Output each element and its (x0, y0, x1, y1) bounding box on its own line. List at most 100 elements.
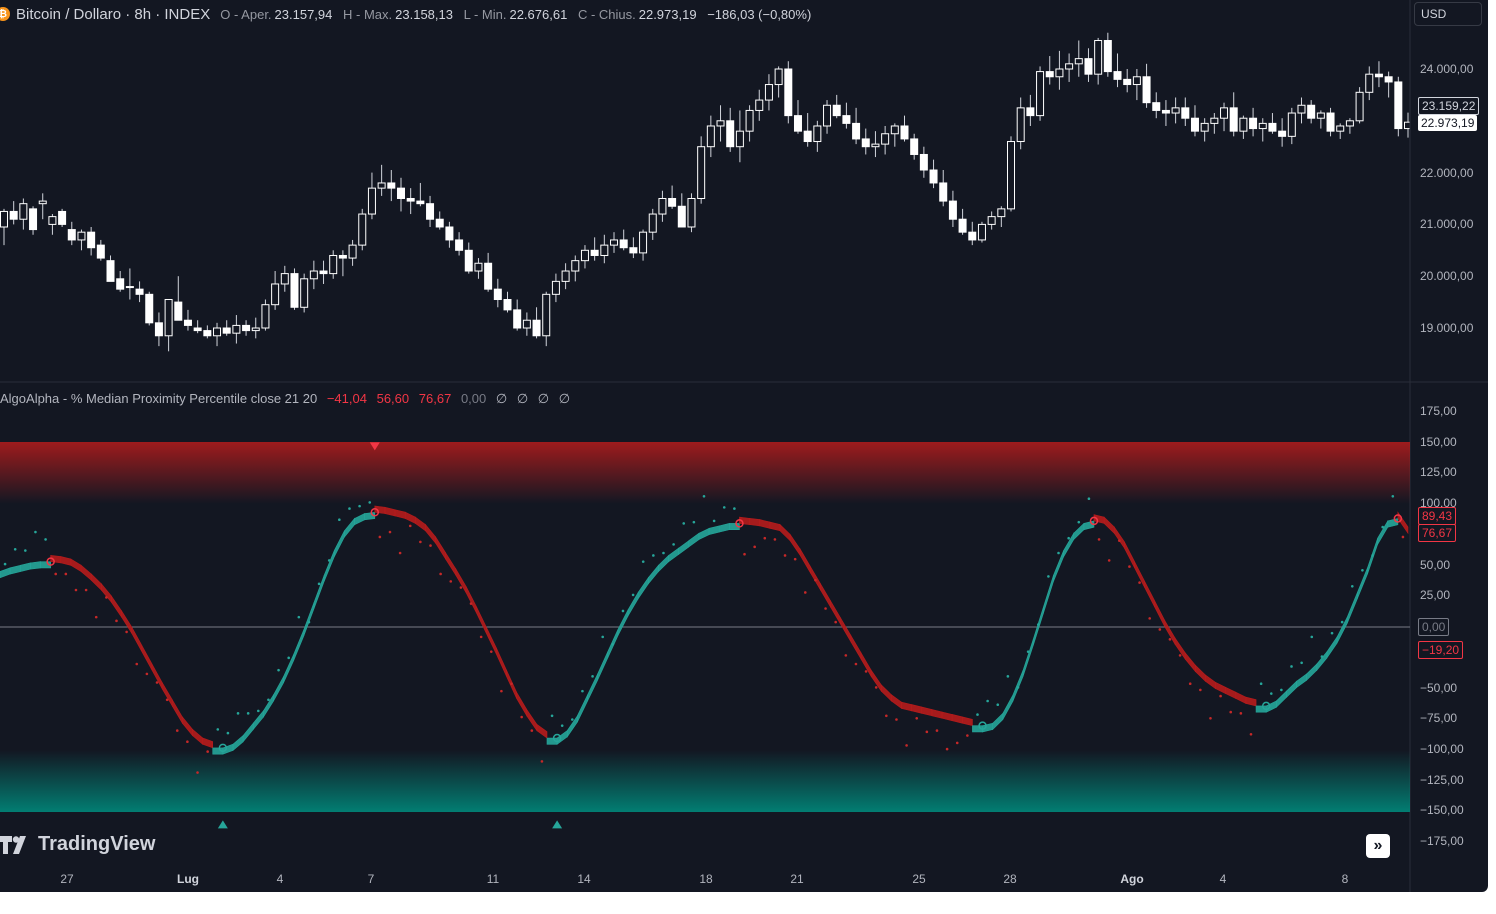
candle[interactable] (697, 136, 706, 204)
candle[interactable] (1268, 113, 1277, 134)
candle[interactable] (426, 195, 435, 227)
candle[interactable] (1084, 48, 1093, 82)
candle[interactable] (610, 232, 619, 253)
candle[interactable] (958, 208, 967, 235)
candle[interactable] (213, 322, 222, 347)
candle[interactable] (125, 268, 134, 300)
candle[interactable] (290, 268, 299, 310)
candle[interactable] (939, 170, 948, 207)
candle[interactable] (193, 320, 202, 334)
candle[interactable] (358, 208, 367, 251)
candle[interactable] (590, 237, 599, 261)
candle[interactable] (1123, 69, 1132, 93)
candle[interactable] (145, 291, 154, 326)
candle[interactable] (1404, 112, 1411, 138)
candle[interactable] (154, 312, 163, 347)
candle[interactable] (629, 237, 638, 259)
candle[interactable] (1297, 97, 1306, 124)
candle[interactable] (948, 190, 957, 227)
candle[interactable] (58, 208, 67, 227)
candle[interactable] (551, 273, 560, 303)
candle[interactable] (735, 110, 744, 163)
candle[interactable] (1045, 56, 1054, 85)
candle[interactable] (668, 185, 677, 209)
candle[interactable] (1055, 50, 1064, 90)
candle[interactable] (580, 245, 589, 269)
candle[interactable] (222, 320, 231, 336)
candle[interactable] (464, 242, 473, 274)
price-pane[interactable] (0, 0, 1410, 380)
candle[interactable] (1200, 118, 1209, 142)
candle[interactable] (1113, 53, 1122, 88)
candle[interactable] (29, 206, 38, 235)
candle[interactable] (232, 315, 241, 344)
candle[interactable] (1220, 102, 1229, 132)
candle[interactable] (513, 299, 522, 331)
candle[interactable] (861, 128, 870, 155)
candle[interactable] (484, 252, 493, 292)
candle[interactable] (1249, 107, 1258, 137)
candle[interactable] (48, 214, 57, 235)
candle[interactable] (1161, 100, 1170, 126)
candle[interactable] (445, 221, 454, 248)
candle[interactable] (1394, 76, 1403, 137)
candle[interactable] (1229, 92, 1238, 137)
candle[interactable] (639, 229, 648, 261)
indicator-name[interactable]: AlgoAlpha - % Median Proximity Percentil… (0, 391, 317, 406)
candle[interactable] (687, 193, 696, 233)
candle[interactable] (764, 74, 773, 111)
candle[interactable] (1036, 66, 1045, 121)
candle[interactable] (183, 309, 192, 331)
candle[interactable] (261, 299, 270, 331)
candle[interactable] (435, 211, 444, 230)
candle[interactable] (532, 307, 541, 339)
candle[interactable] (106, 255, 115, 282)
candle[interactable] (503, 291, 512, 313)
candle[interactable] (1190, 105, 1199, 137)
candle[interactable] (842, 102, 851, 129)
candle[interactable] (648, 208, 657, 240)
candle[interactable] (813, 120, 822, 152)
candle[interactable] (571, 255, 580, 282)
candle[interactable] (852, 107, 861, 145)
candle[interactable] (251, 317, 260, 339)
candle[interactable] (87, 226, 96, 256)
candle[interactable] (1210, 113, 1219, 134)
candle[interactable] (1152, 92, 1161, 119)
candle[interactable] (474, 258, 483, 279)
candle[interactable] (1384, 71, 1393, 98)
candle[interactable] (1016, 97, 1025, 150)
candle[interactable] (1239, 115, 1248, 139)
candle[interactable] (455, 232, 464, 256)
candle[interactable] (1171, 97, 1180, 124)
candle[interactable] (116, 271, 125, 292)
candle[interactable] (348, 239, 357, 266)
candle[interactable] (745, 105, 754, 142)
candle[interactable] (77, 229, 86, 251)
candle[interactable] (96, 239, 105, 261)
candle[interactable] (1365, 66, 1374, 101)
candle[interactable] (1026, 94, 1035, 126)
candle[interactable] (1094, 37, 1103, 85)
candle[interactable] (968, 221, 977, 246)
scroll-to-realtime-button[interactable]: » (1366, 834, 1390, 858)
candle[interactable] (1345, 118, 1354, 134)
candle[interactable] (774, 66, 783, 98)
candle[interactable] (561, 263, 570, 290)
candle[interactable] (174, 276, 183, 321)
candle[interactable] (1316, 110, 1325, 129)
candle[interactable] (832, 94, 841, 119)
candle[interactable] (367, 172, 376, 220)
candle[interactable] (319, 260, 328, 284)
candle[interactable] (522, 312, 531, 336)
candle[interactable] (1374, 61, 1383, 88)
tradingview-logo[interactable]: TradingView (0, 833, 155, 856)
candle[interactable] (338, 250, 347, 277)
candle[interactable] (987, 211, 996, 230)
candle[interactable] (1103, 32, 1112, 77)
candle[interactable] (1355, 87, 1364, 124)
candle[interactable] (242, 320, 251, 336)
candle[interactable] (309, 260, 318, 290)
candle[interactable] (716, 105, 725, 142)
candle[interactable] (929, 159, 938, 189)
